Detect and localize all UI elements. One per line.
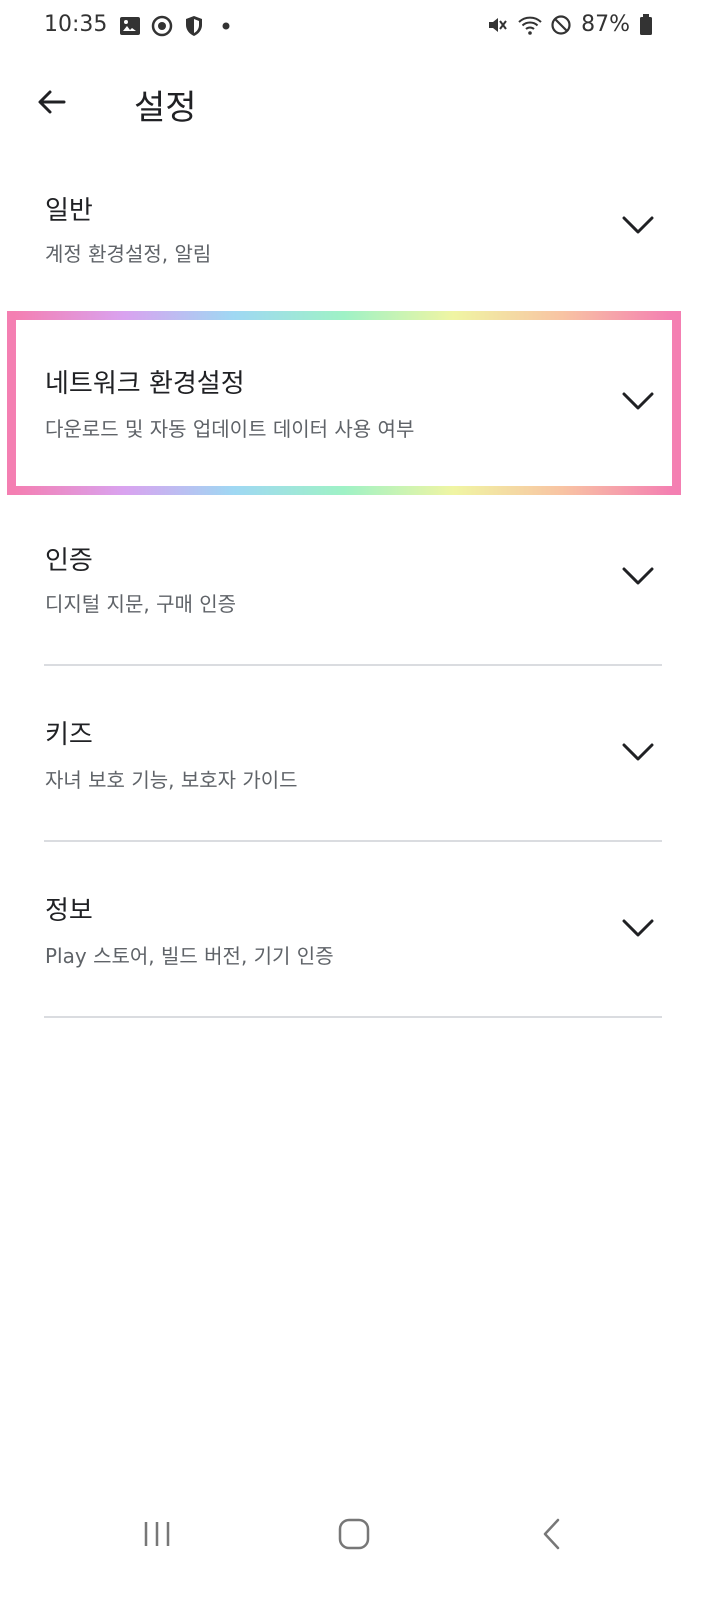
- section-general[interactable]: 일반 계정 환경설정, 알림: [0, 180, 720, 290]
- home-icon: [337, 1517, 371, 1555]
- section-title: 인증: [45, 546, 93, 576]
- section-title: 네트워크 환경설정: [45, 369, 245, 399]
- status-bar: 10:35 87%: [0, 0, 720, 52]
- nav-back-button[interactable]: [522, 1506, 582, 1566]
- sync-icon: [150, 14, 174, 38]
- status-right-icons: 87%: [485, 12, 662, 37]
- mute-icon: [485, 13, 509, 37]
- recent-apps-button[interactable]: [127, 1506, 187, 1566]
- status-left-icons: [118, 14, 238, 38]
- battery-icon: [638, 13, 662, 37]
- battery-percent: 87%: [581, 12, 630, 37]
- expand-button[interactable]: [618, 910, 658, 950]
- divider: [44, 840, 662, 842]
- section-subtitle: 디지털 지문, 구매 인증: [45, 592, 237, 616]
- gallery-icon: [118, 14, 142, 38]
- block-icon: [549, 13, 573, 37]
- divider: [44, 664, 662, 666]
- section-subtitle: 자녀 보호 기능, 보호자 가이드: [45, 768, 298, 792]
- chevron-down-icon: [621, 918, 655, 942]
- chevron-down-icon: [621, 215, 655, 239]
- app-bar: 설정: [0, 64, 720, 144]
- back-button[interactable]: [26, 80, 78, 128]
- expand-button[interactable]: [618, 734, 658, 774]
- section-network[interactable]: 네트워크 환경설정 다운로드 및 자동 업데이트 데이터 사용 여부: [0, 355, 720, 465]
- chevron-down-icon: [621, 742, 655, 766]
- chevron-down-icon: [621, 391, 655, 415]
- section-kids[interactable]: 키즈 자녀 보호 기능, 보호자 가이드: [0, 706, 720, 816]
- home-button[interactable]: [324, 1506, 384, 1566]
- shield-icon: [182, 14, 206, 38]
- expand-button[interactable]: [618, 207, 658, 247]
- divider: [44, 1016, 662, 1018]
- chevron-down-icon: [621, 566, 655, 590]
- arrow-back-icon: [34, 84, 70, 124]
- expand-button[interactable]: [618, 383, 658, 423]
- expand-button[interactable]: [618, 558, 658, 598]
- section-subtitle: 다운로드 및 자동 업데이트 데이터 사용 여부: [45, 417, 415, 441]
- section-info[interactable]: 정보 Play 스토어, 빌드 버전, 기기 인증: [0, 882, 720, 992]
- section-title: 일반: [45, 196, 93, 226]
- section-subtitle: Play 스토어, 빌드 버전, 기기 인증: [45, 944, 334, 968]
- recent-apps-icon: [142, 1519, 172, 1553]
- page-title: 설정: [134, 88, 197, 128]
- section-title: 키즈: [45, 720, 93, 750]
- section-subtitle: 계정 환경설정, 알림: [45, 242, 212, 266]
- status-time: 10:35: [44, 12, 108, 37]
- back-icon: [540, 1517, 564, 1555]
- section-title: 정보: [45, 896, 93, 926]
- dot-icon: [214, 14, 238, 38]
- section-auth[interactable]: 인증 디지털 지문, 구매 인증: [0, 530, 720, 640]
- wifi-icon: [517, 13, 542, 37]
- navigation-bar: [0, 1488, 720, 1600]
